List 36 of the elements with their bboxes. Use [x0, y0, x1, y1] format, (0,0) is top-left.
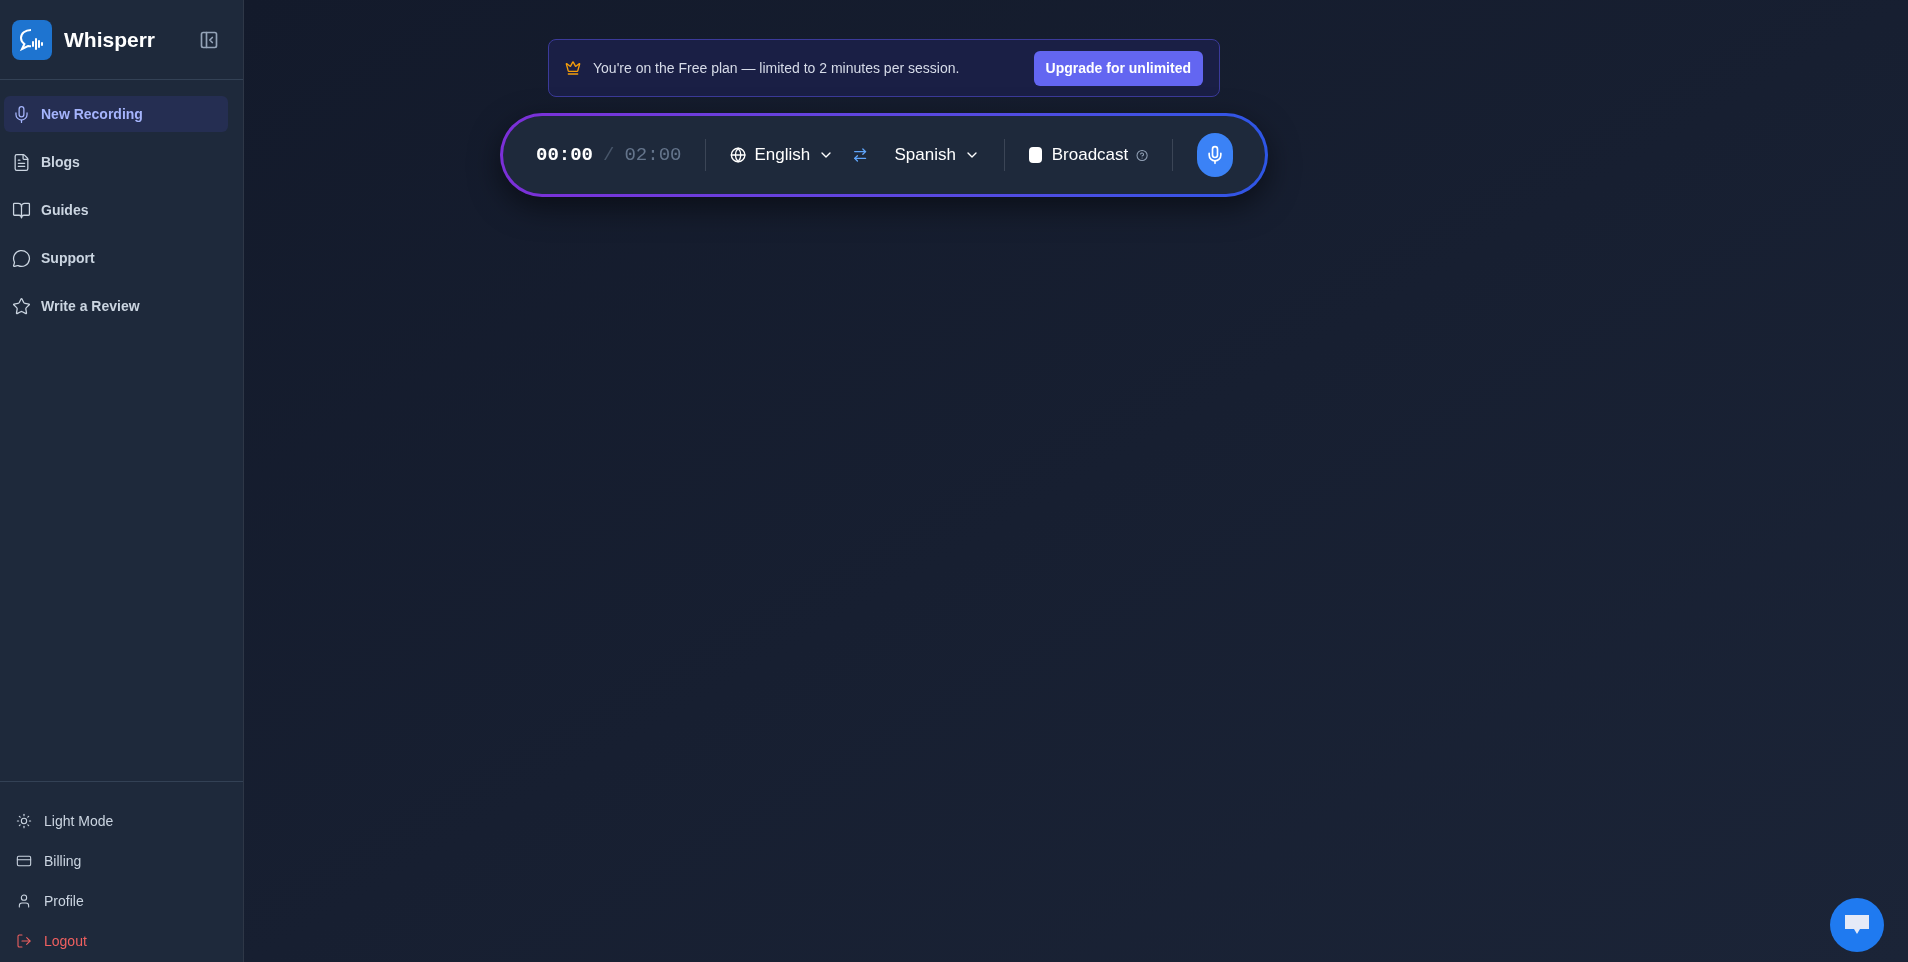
- logout-icon: [16, 933, 32, 949]
- banner-text: You're on the Free plan — limited to 2 minutes per session.: [593, 58, 960, 78]
- microphone-icon: [12, 104, 31, 124]
- footer-nav-item[interactable]: Light Mode: [12, 806, 231, 836]
- source-language-dropdown[interactable]: English: [754, 142, 835, 168]
- time-separator: /: [603, 142, 615, 168]
- document-icon: [12, 152, 31, 172]
- swap-icon[interactable]: [852, 145, 869, 165]
- nav-item[interactable]: Blogs: [4, 144, 228, 180]
- nav-item[interactable]: New Recording: [4, 96, 228, 132]
- sun-icon: [16, 813, 32, 829]
- speech-bubble-icon: [12, 248, 31, 268]
- record-button[interactable]: [1197, 133, 1233, 177]
- chat-button[interactable]: [1830, 898, 1884, 952]
- card-icon: [16, 853, 32, 869]
- app-logo: [12, 19, 52, 60]
- upgrade-button[interactable]: Upgrade for unlimited: [1033, 50, 1203, 86]
- nav-item[interactable]: Write a Review: [4, 288, 228, 324]
- time-limit: 02:00: [624, 142, 682, 168]
- footer-nav-item[interactable]: Profile: [12, 886, 231, 916]
- nav-item[interactable]: Support: [4, 240, 228, 276]
- globe-icon: [730, 145, 747, 165]
- broadcast-label: Broadcast: [1051, 144, 1129, 167]
- footer-nav-item[interactable]: Logout: [12, 926, 231, 956]
- collapse-sidebar-button[interactable]: [199, 29, 219, 50]
- app-name: Whisperr: [64, 26, 155, 53]
- book-icon: [12, 200, 31, 220]
- footer-nav-item[interactable]: Billing: [12, 846, 231, 876]
- person-icon: [16, 893, 32, 909]
- elapsed-time: 00:00: [536, 142, 593, 168]
- broadcast-checkbox[interactable]: [1028, 147, 1042, 163]
- help-icon[interactable]: [1136, 147, 1149, 163]
- nav-item[interactable]: Guides: [4, 192, 228, 228]
- crown-icon: [565, 60, 581, 76]
- star-icon: [12, 296, 31, 316]
- target-language-dropdown[interactable]: Spanish: [894, 142, 980, 168]
